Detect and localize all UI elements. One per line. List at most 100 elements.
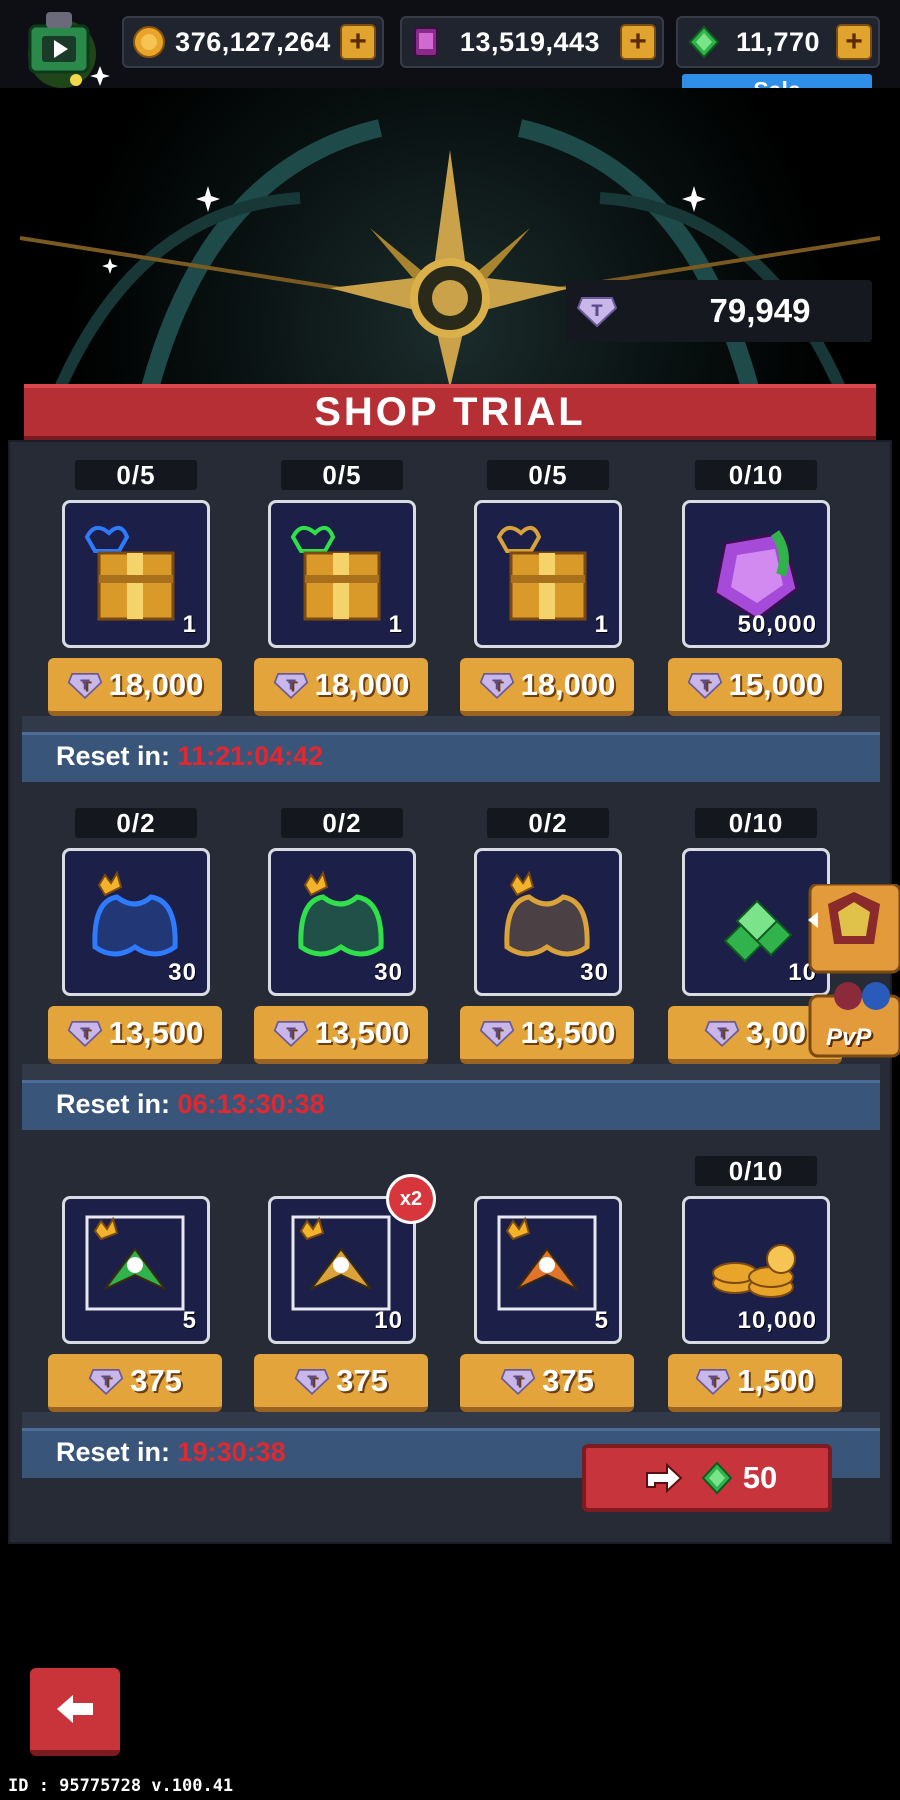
- price-value: 13,500: [314, 1014, 410, 1050]
- trial-token-icon: T: [273, 1018, 309, 1048]
- shop-item-tile[interactable]: 30: [268, 848, 416, 996]
- purchase-limit-count: 0/10: [695, 808, 817, 838]
- svg-text:T: T: [492, 677, 502, 693]
- svg-text:T: T: [492, 1025, 502, 1041]
- shop-item-tile[interactable]: 30: [62, 848, 210, 996]
- back-arrow-icon: [53, 1691, 97, 1727]
- back-button[interactable]: [30, 1668, 120, 1756]
- purchase-limit-count: 0/2: [281, 808, 403, 838]
- item-quantity: 10,000: [737, 1307, 817, 1334]
- trial-token-icon: T: [704, 1018, 740, 1048]
- shop-item-tile[interactable]: 5: [474, 1196, 622, 1344]
- trial-token-icon: T: [576, 294, 618, 328]
- price-value: 375: [130, 1362, 182, 1398]
- svg-text:T: T: [80, 677, 90, 693]
- price-value: 375: [336, 1362, 388, 1398]
- reset-timer-bar: Reset in: 06:13:30:38: [22, 1080, 880, 1130]
- add-gold-button[interactable]: +: [340, 24, 376, 60]
- build-info: ID : 95775728 v.100.41: [8, 1776, 234, 1796]
- trial-token-icon: T: [273, 670, 309, 700]
- shop-item-tile[interactable]: 1: [62, 500, 210, 648]
- item-quantity: 1: [182, 611, 197, 638]
- trial-token-icon: T: [67, 670, 103, 700]
- buy-price-button[interactable]: T 18,000: [460, 658, 634, 716]
- trial-hero-art: [0, 88, 900, 388]
- crystal-amount: 13,519,443: [459, 26, 601, 57]
- shop-item-tile[interactable]: 1: [474, 500, 622, 648]
- trial-token-icon: T: [687, 670, 723, 700]
- item-quantity: 1: [388, 611, 403, 638]
- shop-item-tile[interactable]: 10: [268, 1196, 416, 1344]
- svg-text:T: T: [101, 1373, 111, 1389]
- shop-chest-icon[interactable]: [14, 6, 110, 88]
- reset-timer-bar: Reset in: 11:21:04:42: [22, 732, 880, 782]
- svg-text:T: T: [80, 1025, 90, 1041]
- svg-text:T: T: [286, 677, 296, 693]
- buy-price-button[interactable]: T 18,000: [254, 658, 428, 716]
- refresh-icon: [637, 1455, 691, 1501]
- svg-text:T: T: [717, 1025, 727, 1041]
- buy-price-button[interactable]: T 375: [48, 1354, 222, 1412]
- reset-label: Reset in:: [56, 1089, 171, 1119]
- svg-text:T: T: [286, 1025, 296, 1041]
- buy-price-button[interactable]: T 1,500: [668, 1354, 842, 1412]
- price-value: 15,000: [728, 666, 824, 702]
- buy-price-button[interactable]: T 13,500: [254, 1006, 428, 1064]
- reset-label: Reset in:: [56, 1437, 171, 1467]
- shop-item-tile[interactable]: 50,000: [682, 500, 830, 648]
- trial-token-icon: T: [67, 1018, 103, 1048]
- reset-countdown: 11:21:04:42: [177, 741, 324, 771]
- price-value: 1,500: [737, 1362, 815, 1398]
- reset-label: Reset in:: [56, 741, 171, 771]
- add-crystal-button[interactable]: +: [620, 24, 656, 60]
- svg-text:T: T: [709, 1373, 719, 1389]
- reset-countdown: 06:13:30:38: [177, 1089, 325, 1119]
- pvp-label: PvP: [826, 1024, 872, 1051]
- price-value: 3,00: [745, 1014, 807, 1050]
- trial-token-icon: T: [479, 1018, 515, 1048]
- refresh-shop-button[interactable]: 50: [582, 1444, 832, 1512]
- trial-points-value: 79,949: [709, 292, 811, 329]
- add-gem-button[interactable]: +: [836, 24, 872, 60]
- buy-price-button[interactable]: T 375: [460, 1354, 634, 1412]
- shop-trial-title: SHOP TRIAL: [24, 384, 876, 442]
- purchase-limit-count: 0/10: [695, 460, 817, 490]
- purchase-limit-count: 0/5: [75, 460, 197, 490]
- refresh-gem-icon: [701, 1461, 733, 1495]
- shop-item-tile[interactable]: 10,000: [682, 1196, 830, 1344]
- crystal-currency: 13,519,443 +: [400, 16, 664, 68]
- buy-price-button[interactable]: T 375: [254, 1354, 428, 1412]
- crystal-card-icon: [412, 25, 440, 59]
- shop-item-tile[interactable]: 30: [474, 848, 622, 996]
- trial-token-icon: T: [500, 1366, 536, 1396]
- price-value: 18,000: [520, 666, 616, 702]
- gold-currency: 376,127,264 +: [122, 16, 384, 68]
- buy-price-button[interactable]: T 15,000: [668, 658, 842, 716]
- buy-price-button[interactable]: T 13,500: [48, 1006, 222, 1064]
- item-quantity: 50,000: [737, 611, 817, 638]
- double-bonus-badge: x2: [386, 1174, 436, 1224]
- gem-currency: 11,770 +: [676, 16, 880, 68]
- gem-amount: 11,770: [735, 26, 821, 57]
- purchase-limit-count: 0/2: [75, 808, 197, 838]
- gold-amount: 376,127,264: [175, 26, 331, 57]
- price-value: 375: [542, 1362, 594, 1398]
- svg-text:T: T: [700, 677, 710, 693]
- shop-item-tile[interactable]: 5: [62, 1196, 210, 1344]
- buy-price-button[interactable]: T 13,500: [460, 1006, 634, 1064]
- item-quantity: 30: [168, 959, 197, 986]
- purchase-limit-count: 0/5: [487, 460, 609, 490]
- pvp-floating-widget[interactable]: PvP: [808, 882, 900, 1060]
- item-quantity: 30: [580, 959, 609, 986]
- item-quantity: 10: [374, 1307, 403, 1334]
- refresh-cost: 50: [742, 1460, 778, 1495]
- buy-price-button[interactable]: T 18,000: [48, 658, 222, 716]
- trial-token-icon: T: [294, 1366, 330, 1396]
- price-value: 13,500: [108, 1014, 204, 1050]
- item-quantity: 1: [594, 611, 609, 638]
- shop-item-tile[interactable]: 1: [268, 500, 416, 648]
- item-quantity: 5: [594, 1307, 609, 1334]
- purchase-limit-count: 0/10: [695, 1156, 817, 1186]
- reset-countdown: 19:30:38: [177, 1437, 286, 1467]
- price-value: 18,000: [108, 666, 204, 702]
